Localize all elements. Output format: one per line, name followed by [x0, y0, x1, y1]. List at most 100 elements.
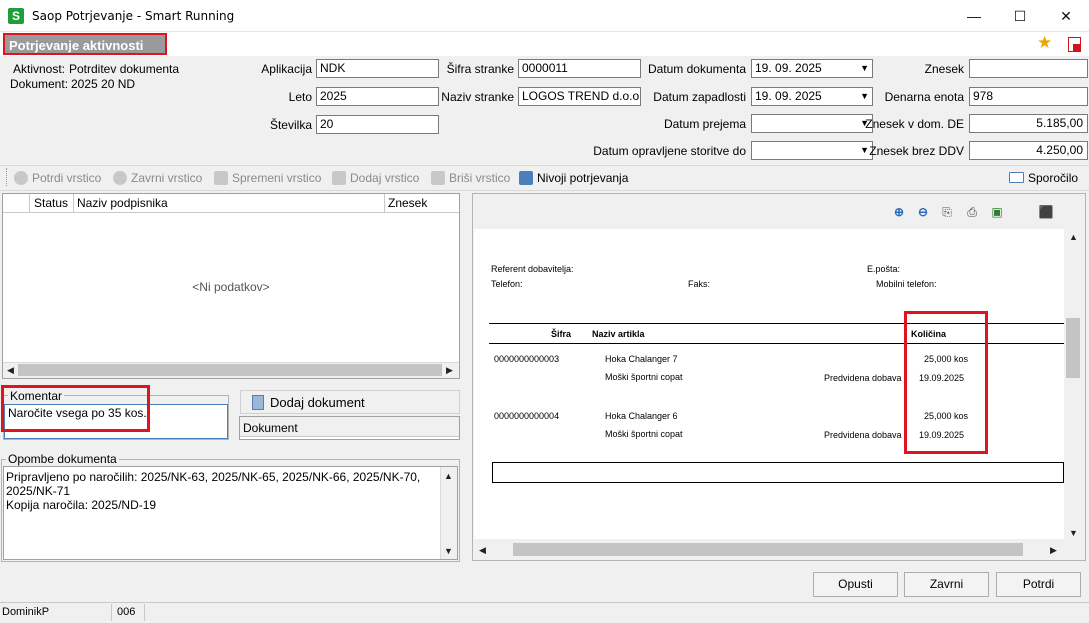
aktivnost-value: Potrditev dokumenta — [69, 62, 180, 76]
nivoji-potrjevanja-label: Nivoji potrjevanja — [537, 171, 629, 185]
window-title: Saop Potrjevanje - Smart Running — [32, 9, 235, 23]
aplikacija-field[interactable]: NDK — [316, 59, 439, 78]
document-close-icon[interactable] — [1068, 37, 1081, 52]
opombe-line-2: 2025/NK-71 — [6, 484, 71, 498]
nivoji-potrjevanja-button[interactable]: Nivoji potrjevanja — [519, 171, 628, 185]
znesek-brez-ddv-field[interactable]: 4.250,00 — [969, 141, 1088, 160]
column-header-znesek[interactable]: Znesek — [388, 196, 427, 210]
sporocilo-label: Sporočilo — [1028, 171, 1079, 185]
scroll-left-icon[interactable]: ◀ — [479, 545, 486, 556]
app-logo-icon: S — [8, 8, 24, 24]
zoom-in-icon[interactable]: ⊕ — [891, 204, 907, 220]
status-code: 006 — [115, 604, 145, 621]
column-separator — [29, 194, 30, 213]
search-document-icon[interactable]: ⎘ — [939, 204, 955, 220]
add-row-icon — [332, 171, 346, 185]
item-dobava-label: Predvidena dobava — [824, 373, 902, 383]
zoom-out-icon[interactable]: ⊖ — [915, 204, 931, 220]
datum-prejema-field[interactable]: ▼ — [751, 114, 873, 133]
item-sifra: 0000000000004 — [494, 411, 560, 421]
column-header-naziv-artikla: Naziv artikla — [592, 329, 645, 339]
minimize-button[interactable]: — — [951, 0, 997, 32]
dodaj-vrstico-button[interactable]: Dodaj vrstico — [332, 171, 419, 185]
leto-label: Leto — [288, 90, 312, 104]
scroll-up-icon[interactable]: ▲ — [444, 471, 453, 481]
dokument-label: Dokument: — [10, 77, 69, 91]
scroll-up-icon[interactable]: ▲ — [1069, 232, 1078, 242]
document-icon — [252, 395, 264, 410]
aktivnost-label: Aktivnost: — [13, 62, 66, 76]
datum-storitve-field[interactable]: ▼ — [751, 141, 873, 160]
section-title: Potrjevanje aktivnosti — [3, 33, 167, 55]
datum-dokumenta-value: 19. 09. 2025 — [755, 61, 822, 75]
item-opis: Moški športni copat — [605, 429, 683, 439]
referent-label: Referent dobavitelja: — [491, 264, 574, 274]
mobilni-label: Mobilni telefon: — [876, 279, 937, 289]
highlight-box — [904, 311, 988, 454]
datum-prejema-label: Datum prejema — [663, 117, 746, 131]
stevilka-label: Številka — [269, 118, 312, 132]
opombe-line-3: Kopija naročila: 2025/ND-19 — [6, 498, 157, 512]
dodaj-vrstico-label: Dodaj vrstico — [350, 171, 420, 185]
item-naziv: Hoka Chalanger 7 — [605, 354, 678, 364]
column-header-dokument[interactable]: Dokument — [243, 421, 298, 435]
potrdi-vrstico-label: Potrdi vrstico — [32, 171, 102, 185]
datum-dokumenta-label: Datum dokumenta — [647, 62, 746, 76]
edit-icon — [214, 171, 228, 185]
delete-row-icon — [431, 171, 445, 185]
pdf-icon[interactable]: ⬛ — [1038, 204, 1054, 220]
status-bar — [0, 602, 1089, 623]
envelope-icon — [1009, 172, 1024, 183]
dodaj-dokument-label: Dodaj dokument — [270, 395, 365, 410]
opombe-line-1: Pripravljeno po naročilih: 2025/NK-63, 2… — [6, 470, 421, 484]
datum-dokumenta-field[interactable]: 19. 09. 2025 ▼ — [751, 59, 873, 78]
favorite-star-icon[interactable]: ★ — [1037, 34, 1052, 51]
znesek-dom-label: Znesek v dom. DE — [865, 117, 964, 131]
scroll-right-icon[interactable]: ▶ — [1050, 545, 1057, 556]
denarna-enota-label: Denarna enota — [884, 90, 964, 104]
scroll-down-icon[interactable]: ▼ — [444, 546, 453, 556]
scroll-left-icon[interactable]: ◀ — [7, 365, 14, 376]
zavrni-button[interactable]: Zavrni — [904, 572, 989, 597]
close-button[interactable]: ✕ — [1043, 0, 1089, 32]
brisi-vrstico-button[interactable]: Briši vrstico — [431, 171, 510, 185]
datum-storitve-label: Datum opravljene storitve do — [593, 144, 746, 158]
znesek-label: Znesek — [924, 62, 964, 76]
scroll-down-icon[interactable]: ▼ — [1069, 528, 1078, 538]
znesek-dom-field[interactable]: 5.185,00 — [969, 114, 1088, 133]
potrdi-vrstico-button[interactable]: Potrdi vrstico — [14, 171, 101, 185]
spremeni-vrstico-label: Spremeni vrstico — [232, 171, 322, 185]
item-sifra: 0000000000003 — [494, 354, 560, 364]
stevilka-field[interactable]: 20 — [316, 115, 439, 134]
scroll-right-icon[interactable]: ▶ — [446, 365, 453, 376]
print-icon[interactable]: ⎙ — [964, 204, 980, 220]
faks-label: Faks: — [688, 279, 711, 289]
znesek-brez-ddv-label: Znesek brez DDV — [869, 144, 964, 158]
sporocilo-button[interactable]: Sporočilo — [1009, 171, 1078, 185]
item-naziv: Hoka Chalanger 6 — [605, 411, 678, 421]
scrollbar-thumb[interactable] — [513, 543, 1023, 556]
maximize-button[interactable]: ☐ — [997, 0, 1043, 32]
leto-field[interactable]: 2025 — [316, 87, 439, 106]
datum-zapadlosti-field[interactable]: 19. 09. 2025 ▼ — [751, 87, 873, 106]
preview-vertical-scrollbar[interactable] — [1064, 229, 1084, 542]
scrollbar-thumb[interactable] — [1066, 318, 1080, 378]
zavrni-vrstico-label: Zavrni vrstico — [131, 171, 203, 185]
potrdi-button[interactable]: Potrdi — [996, 572, 1081, 597]
save-icon[interactable]: ▣ — [989, 204, 1005, 220]
column-header-naziv[interactable]: Naziv podpisnika — [77, 196, 168, 210]
znesek-field[interactable] — [969, 59, 1088, 78]
brisi-vrstico-label: Briši vrstico — [449, 171, 511, 185]
highlight-box — [1, 385, 150, 432]
empty-grid-text: <Ni podatkov> — [192, 280, 270, 294]
dokument-value: 2025 20 ND — [71, 77, 136, 91]
zavrni-vrstico-button[interactable]: Zavrni vrstico — [113, 171, 202, 185]
column-header-status[interactable]: Status — [34, 196, 68, 210]
scrollbar-thumb[interactable] — [18, 364, 442, 376]
denarna-enota-field[interactable]: 978 — [969, 87, 1088, 106]
spremeni-vrstico-button[interactable]: Spremeni vrstico — [214, 171, 321, 185]
naziv-stranke-label: Naziv stranke — [441, 90, 514, 104]
column-separator — [73, 194, 74, 213]
opusti-button[interactable]: Opusti — [813, 572, 898, 597]
toolbar-grip — [6, 168, 8, 186]
